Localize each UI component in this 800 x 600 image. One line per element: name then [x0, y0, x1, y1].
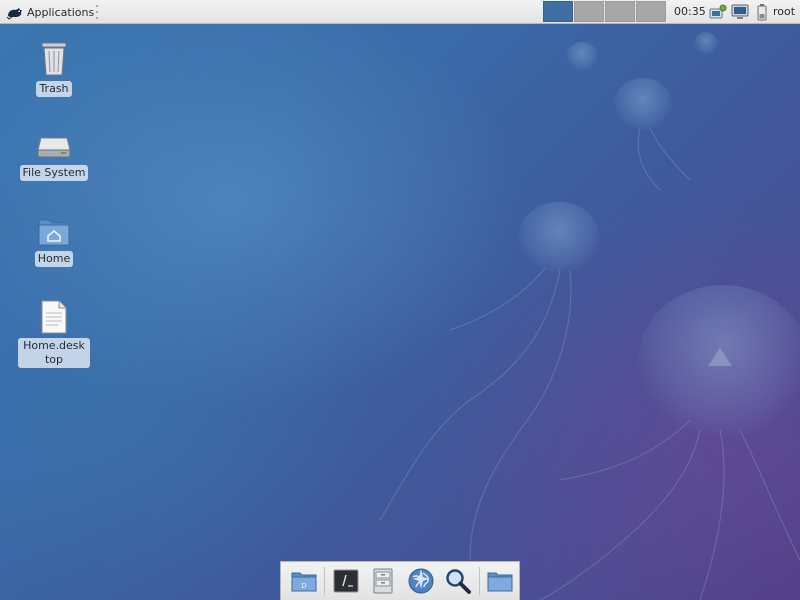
jellyfish-shape [694, 32, 718, 54]
file-cabinet-icon [373, 568, 393, 594]
web-browser-icon [408, 568, 434, 594]
terminal-icon [333, 569, 359, 593]
drive-icon [37, 137, 71, 158]
jellyfish-shape [638, 285, 800, 435]
jellyfish-shape [566, 42, 598, 70]
dock-terminal-button[interactable] [327, 563, 364, 599]
dock-file-manager-button[interactable]: D [285, 563, 322, 599]
xfce-mouse-icon [6, 8, 22, 20]
workspace-switcher[interactable] [543, 1, 666, 22]
svg-text:D: D [301, 582, 306, 590]
jellyfish-shape [518, 202, 600, 272]
applications-menu-button[interactable]: Applications [4, 2, 98, 22]
folder-icon [487, 572, 513, 592]
desktop-icon-home-desktop[interactable]: Home.desktop [15, 299, 93, 368]
search-icon [446, 569, 472, 594]
desktop-icon-label: File System [19, 165, 89, 181]
workspace-3[interactable] [605, 1, 635, 22]
file-manager-icon: D [291, 572, 317, 592]
user-name-label[interactable]: root [773, 5, 795, 18]
workspace-1[interactable] [543, 1, 573, 22]
document-icon [41, 300, 67, 334]
desktop-icon-label: Home [34, 251, 74, 267]
desktop-icon-file-system[interactable]: File System [15, 128, 93, 181]
bottom-dock: D [280, 561, 520, 600]
dock-file-cabinet-button[interactable] [365, 563, 402, 599]
dock-separator [478, 567, 480, 595]
display-icon[interactable] [730, 2, 750, 22]
network-icon[interactable] [708, 2, 728, 22]
panel-separator [96, 5, 98, 19]
trash-icon [41, 42, 67, 76]
workspace-4[interactable] [636, 1, 666, 22]
desktop-icon-home[interactable]: Home [15, 214, 93, 267]
panel-clock[interactable]: 00:35 [674, 5, 706, 18]
jellyfish-shape [614, 78, 672, 130]
desktop-icon-label: Home.desktop [18, 338, 90, 368]
system-tray [708, 1, 772, 23]
battery-icon[interactable] [752, 2, 772, 22]
desktop-icon-trash[interactable]: Trash [15, 40, 93, 97]
workspace-2[interactable] [574, 1, 604, 22]
home-folder-icon [38, 219, 70, 246]
desktop-icon-label: Trash [36, 81, 72, 97]
dock-separator [324, 567, 326, 595]
applications-menu-label: Applications [27, 5, 95, 19]
dock-web-browser-button[interactable] [402, 563, 439, 599]
desktop-wallpaper [0, 0, 800, 600]
dock-folder-button[interactable] [482, 563, 519, 599]
dock-search-button[interactable] [439, 563, 476, 599]
top-panel: Applications 00:35 root [0, 0, 800, 24]
